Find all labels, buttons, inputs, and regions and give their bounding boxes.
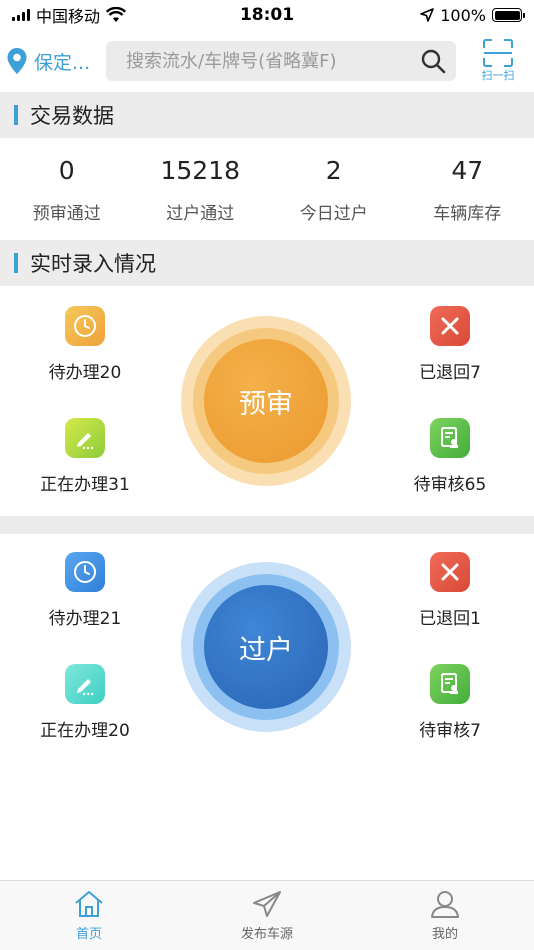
carrier-name: 中国移动	[36, 7, 101, 26]
transfer-returned[interactable]: 已退回1	[385, 552, 515, 629]
search-bar[interactable]	[106, 41, 456, 81]
header: 保定... 扫一扫	[0, 30, 534, 92]
tab-label: 我的	[431, 927, 458, 942]
realtime-title: 实时录入情况	[30, 252, 156, 276]
pencil-icon	[65, 664, 105, 704]
pencil-icon	[65, 418, 105, 458]
stat-value: 2	[325, 156, 342, 185]
clock-icon	[65, 552, 105, 592]
close-icon	[430, 552, 470, 592]
tab-label: 首页	[75, 927, 102, 942]
tab-publish[interactable]: 发布车源	[178, 881, 356, 950]
transfer-pending[interactable]: 待办理21	[20, 552, 150, 629]
status-right: 100%	[420, 5, 525, 25]
tab-bar: 首页 发布车源 我的	[0, 880, 534, 950]
pre-review-panel: 待办理20 正在办理31 已退回7 待审核65 预审	[0, 288, 534, 516]
stat-today-transfer[interactable]: 2 今日过户	[267, 140, 401, 240]
returned-label: 已退回7	[419, 363, 481, 383]
location-text: 保定...	[34, 51, 91, 74]
paper-plane-icon	[253, 891, 281, 917]
pre-review-processing[interactable]: 正在办理31	[20, 418, 150, 495]
search-icon[interactable]	[420, 48, 446, 74]
processing-label: 正在办理31	[40, 475, 130, 495]
close-icon	[430, 306, 470, 346]
tab-label: 发布车源	[240, 927, 293, 942]
trade-stats: 0 预审通过 15218 过户通过 2 今日过户 47 车辆库存	[0, 140, 534, 240]
tab-mine[interactable]: 我的	[356, 881, 534, 950]
status-bar: 中国移动 18:01 100%	[0, 0, 534, 30]
transfer-awaiting[interactable]: 待审核7	[385, 664, 515, 741]
section-accent-bar	[14, 105, 18, 125]
processing-label: 正在办理20	[40, 721, 130, 741]
transfer-processing[interactable]: 正在办理20	[20, 664, 150, 741]
stat-label: 车辆库存	[433, 204, 502, 224]
wifi-icon	[106, 7, 127, 22]
document-stamp-icon	[430, 664, 470, 704]
panel-divider	[0, 516, 534, 534]
pre-review-center-label: 预审	[239, 388, 293, 420]
returned-label: 已退回1	[419, 609, 481, 629]
stat-label: 过户通过	[166, 204, 235, 224]
user-icon	[431, 891, 459, 918]
realtime-header: 实时录入情况	[0, 240, 534, 286]
location-arrow-icon	[420, 8, 435, 22]
pre-review-button[interactable]: 预审	[181, 316, 351, 486]
stat-value: 0	[58, 156, 75, 185]
tab-home[interactable]: 首页	[0, 881, 178, 950]
stat-value: 47	[451, 156, 484, 185]
trade-data-title: 交易数据	[30, 104, 114, 128]
location-selector[interactable]: 保定...	[6, 47, 106, 75]
awaiting-label: 待审核7	[419, 721, 481, 741]
pre-review-pending[interactable]: 待办理20	[20, 306, 150, 383]
stat-vehicle-inventory[interactable]: 47 车辆库存	[401, 140, 534, 240]
clock-icon	[65, 306, 105, 346]
home-icon	[75, 891, 103, 917]
awaiting-label: 待审核65	[413, 475, 487, 495]
battery-percent: 100%	[440, 5, 486, 25]
transfer-center-label: 过户	[239, 634, 293, 666]
scan-icon	[483, 39, 513, 67]
scan-button[interactable]: 扫一扫	[468, 39, 528, 83]
stat-pre-review-passed[interactable]: 0 预审通过	[0, 140, 134, 240]
stat-transfer-passed[interactable]: 15218 过户通过	[134, 140, 268, 240]
pre-review-returned[interactable]: 已退回7	[385, 306, 515, 383]
transfer-button[interactable]: 过户	[181, 562, 351, 732]
stat-label: 今日过户	[299, 204, 368, 224]
signal-icon	[12, 9, 30, 21]
map-pin-icon	[7, 48, 27, 74]
status-left: 中国移动	[12, 3, 127, 27]
document-stamp-icon	[430, 418, 470, 458]
transfer-panel: 待办理21 正在办理20 已退回1 待审核7 过户	[0, 534, 534, 762]
pending-label: 待办理21	[48, 609, 122, 629]
scan-label: 扫一扫	[481, 69, 515, 82]
battery-icon	[492, 8, 525, 22]
pre-review-awaiting[interactable]: 待审核65	[385, 418, 515, 495]
search-input[interactable]	[126, 50, 420, 72]
stat-value: 15218	[160, 156, 241, 185]
section-accent-bar	[14, 253, 18, 273]
pending-label: 待办理20	[48, 363, 122, 383]
trade-data-header: 交易数据	[0, 92, 534, 138]
stat-label: 预审通过	[32, 204, 101, 224]
